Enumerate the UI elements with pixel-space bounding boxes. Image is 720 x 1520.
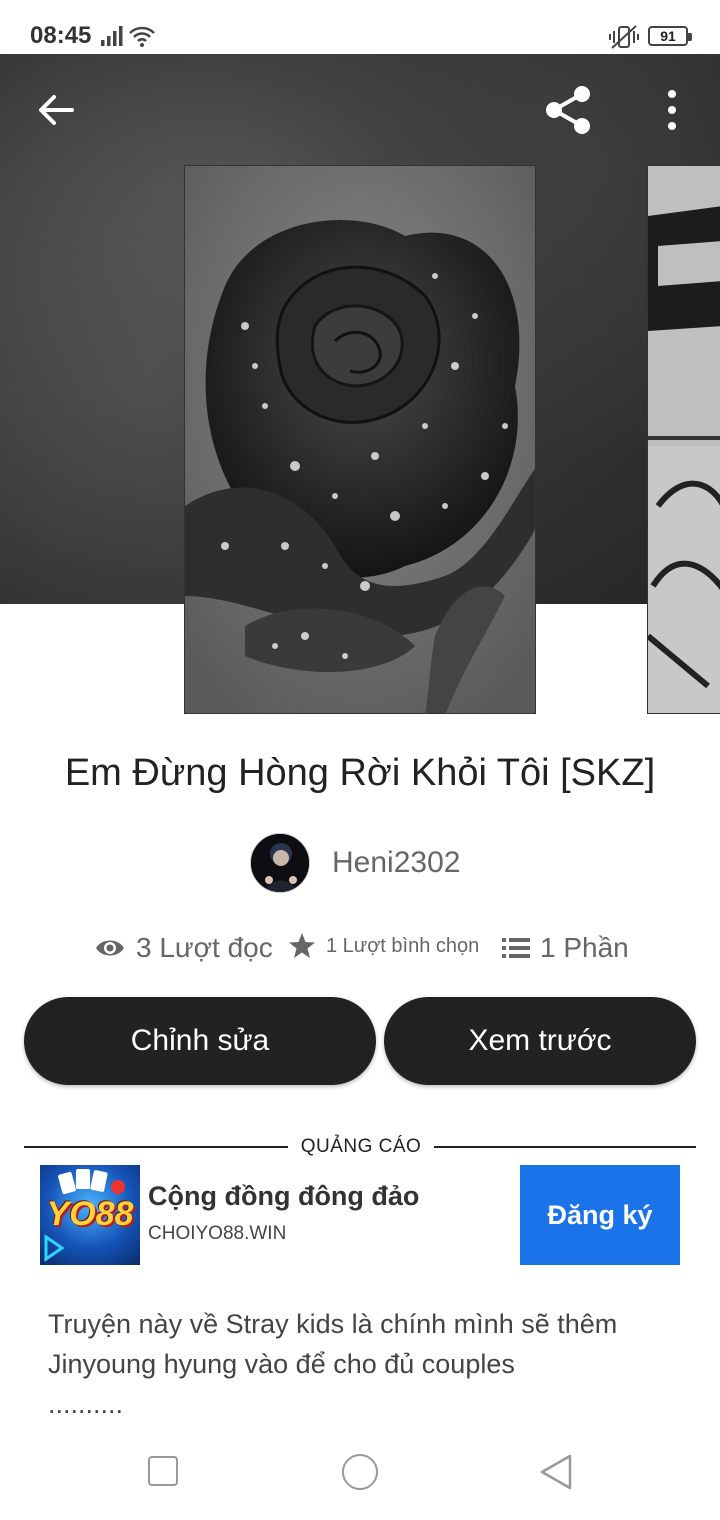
eye-icon	[96, 940, 124, 956]
ad-domain: CHOIYO88.WIN	[148, 1223, 287, 1244]
author-row[interactable]: Heni2302	[250, 832, 460, 894]
story-cover-image[interactable]	[184, 165, 536, 714]
votes-count: 1 Lượt bình chọn	[326, 934, 480, 957]
ad-logo-text: YO88	[46, 1195, 134, 1233]
description-line-3: ..........	[48, 1389, 124, 1419]
parts-stat: 1 Phần	[502, 932, 629, 964]
avatar[interactable]	[250, 833, 310, 893]
battery-icon: 91	[648, 26, 692, 46]
battery-level: 91	[660, 28, 676, 44]
system-nav-bar	[0, 1430, 720, 1520]
wifi-icon	[129, 26, 155, 47]
divider-line-left	[24, 1146, 288, 1148]
home-icon[interactable]	[342, 1454, 378, 1490]
reads-count: 3 Lượt đọc	[136, 932, 273, 963]
next-cover-art	[648, 166, 720, 713]
description-line-2: Jinyoung hyung vào để cho đủ couples	[48, 1349, 515, 1379]
story-stats: 3 Lượt đọc 1 Lượt bình chọn 1 Phần	[0, 926, 720, 972]
story-description[interactable]: Truyện này về Stray kids là chính mình s…	[48, 1304, 688, 1424]
rose-illustration	[185, 166, 535, 713]
next-story-cover[interactable]	[647, 165, 720, 714]
ad-divider: QUẢNG CÁO	[24, 1136, 696, 1158]
votes-stat: 1 Lượt bình chọn	[288, 932, 479, 960]
arrow-left-icon[interactable]	[32, 86, 80, 134]
story-title: Em Đừng Hòng Rời Khỏi Tôi [SKZ]	[64, 752, 656, 794]
ad-banner[interactable]: YO88 Cộng đồng đông đảo CHOIYO88.WIN Đăn…	[40, 1165, 680, 1265]
back-icon[interactable]	[538, 1452, 574, 1492]
ad-title[interactable]: Cộng đồng đông đảo	[148, 1181, 419, 1212]
ad-label: QUẢNG CÁO	[300, 1136, 422, 1157]
reads-stat: 3 Lượt đọc	[94, 932, 273, 964]
author-name[interactable]: Heni2302	[332, 846, 460, 880]
description-line-1: Truyện này về Stray kids là chính mình s…	[48, 1309, 618, 1339]
more-vertical-icon[interactable]	[656, 86, 688, 134]
status-bar: 08:45 91	[0, 0, 720, 54]
ad-logo[interactable]: YO88	[40, 1165, 140, 1265]
share-icon[interactable]	[540, 82, 596, 138]
ad-signup-button[interactable]: Đăng ký	[520, 1165, 680, 1265]
signal-icon	[101, 26, 123, 46]
edit-button[interactable]: Chỉnh sửa	[24, 997, 376, 1085]
preview-button[interactable]: Xem trước	[384, 997, 696, 1085]
star-icon	[289, 933, 315, 958]
avatar-image	[251, 834, 309, 892]
vibrate-icon	[609, 25, 639, 49]
parts-count: 1 Phần	[540, 932, 629, 963]
status-time: 08:45	[30, 22, 92, 49]
list-icon	[502, 938, 530, 958]
divider-line-right	[434, 1146, 696, 1148]
recent-apps-icon[interactable]	[148, 1456, 178, 1486]
